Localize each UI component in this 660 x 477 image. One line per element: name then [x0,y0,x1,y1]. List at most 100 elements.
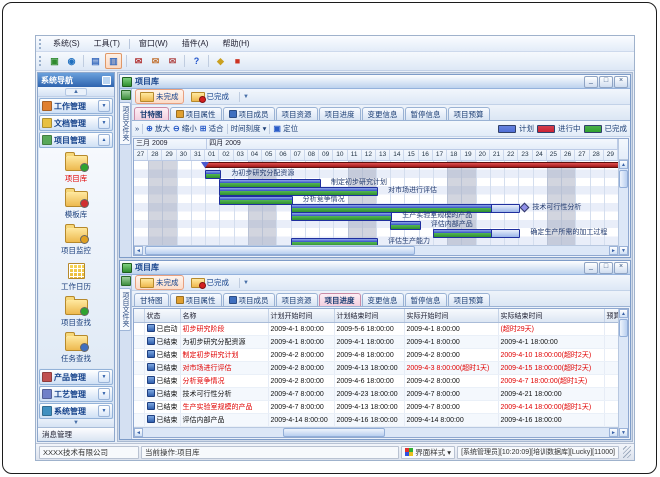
sidebar-collapse[interactable]: ▲ [38,87,114,97]
workspace-icon[interactable]: ▣ [47,54,62,68]
globe-icon[interactable]: ◉ [64,54,79,68]
table-window-titlebar[interactable]: 项目库 _ □ × [120,261,630,275]
tab-项目属性[interactable]: 项目属性 [170,293,222,306]
gantt-hscrollbar[interactable]: ◄ ► [134,245,618,255]
sidebar-item-项目库[interactable]: 项目库 [65,151,88,184]
column-header-计划结束时间[interactable]: 计划结束时间 [334,309,404,323]
table-row[interactable]: 已结束评估内部产品2009-4-14 8:00:002009-4-16 18:0… [134,414,618,427]
mail-send-icon[interactable]: ✉ [131,54,146,68]
tab-项目成员[interactable]: 项目成员 [223,107,275,120]
table-row[interactable]: 已结束为初步研究分配资源2009-4-1 8:00:002009-4-1 18:… [134,336,618,349]
menu-item[interactable]: 插件(A) [175,37,216,50]
scroll-right-icon[interactable]: ► [609,428,618,437]
ui-style-dropdown[interactable]: 界面样式 ▾ [401,446,455,459]
table-vscrollbar[interactable]: ▲ ▼ [618,309,628,437]
scroll-up-icon[interactable]: ▲ [619,309,628,318]
sidebar-item-项目查找[interactable]: 项目查找 [61,295,91,328]
maximize-button[interactable]: □ [599,262,613,274]
expand-icon[interactable]: ▼ [98,405,110,417]
sidebar-group-产品管理[interactable]: 产品管理▼ [39,369,113,385]
gantt-window-titlebar[interactable]: 项目库 _ □ × [120,75,630,89]
minimize-button[interactable]: _ [584,76,598,88]
scroll-right-icon[interactable]: ► [609,246,618,255]
sidebar-group-项目管理[interactable]: 项目管理▲ [39,132,113,148]
minimize-button[interactable]: _ [584,262,598,274]
gantt-bar[interactable] [291,238,378,245]
table-row[interactable]: 已结束生产实验室规模的产品2009-4-7 8:00:002009-4-13 1… [134,401,618,414]
tab-暂停信息[interactable]: 暂停信息 [405,293,447,306]
tab-项目资源[interactable]: 项目资源 [276,293,318,306]
menu-item[interactable]: 系统(S) [46,37,87,50]
gantt-bar[interactable] [219,187,378,196]
column-header-名称[interactable]: 名称 [180,309,268,323]
sidebar-item-任务查找[interactable]: 任务查找 [61,331,91,364]
side-tab-project-folder[interactable]: 项目文件夹 [120,102,131,145]
tab-项目预算[interactable]: 项目预算 [448,293,490,306]
column-header-实际开始时间[interactable]: 实际开始时间 [404,309,498,323]
menu-item[interactable]: 窗口(W) [132,37,175,50]
menu-item[interactable]: 工具(T) [87,37,127,50]
tab-项目属性[interactable]: 项目属性 [170,107,222,120]
scroll-down-icon[interactable]: ▼ [619,428,628,437]
scroll-left-icon[interactable]: ◄ [134,246,143,255]
column-header-indicator[interactable] [134,309,144,323]
zoom-out-button[interactable]: ⊖ 缩小 [173,123,197,134]
filter-已完成[interactable]: 已完成 [186,89,235,104]
tab-甘特图[interactable]: 甘特图 [134,293,169,306]
scroll-down-icon[interactable]: ▼ [619,246,628,255]
expand-icon[interactable]: ▼ [98,100,110,112]
table-row[interactable]: 已结束分析竞争情况2009-4-2 8:00:002009-4-6 18:00:… [134,375,618,388]
sidebar-item-项目监控[interactable]: 项目监控 [61,223,91,256]
zoom-in-button[interactable]: ⊕ 放大 [146,123,170,134]
time-scale-dropdown[interactable]: 时间刻度 ▾ [231,123,267,134]
side-tab-project-folder[interactable]: 项目文件夹 [120,288,131,331]
gantt-grid[interactable]: 为初步研究分配资源制定初步研究计划对市场进行评估分析竞争情况技术可行性分析生产实… [134,161,618,245]
tab-项目成员[interactable]: 项目成员 [223,293,275,306]
scroll-thumb[interactable] [145,246,415,255]
gantt-bar[interactable] [390,221,420,230]
expand-icon[interactable]: ▼ [98,117,110,129]
help-icon[interactable]: ? [189,54,204,68]
resize-grip[interactable] [623,446,631,458]
sidebar-group-工艺管理[interactable]: 工艺管理▼ [39,386,113,402]
lock-icon[interactable]: ◆ [213,54,228,68]
more-tools-button[interactable]: » [135,124,139,133]
mail-new-icon[interactable]: ✉ [165,54,180,68]
sidebar-item-模板库[interactable]: 模板库 [65,187,88,220]
tab-项目资源[interactable]: 项目资源 [276,107,318,120]
sidebar-overflow-chevron[interactable]: ▼ [38,419,114,427]
gantt-vscrollbar[interactable]: ▲ ▼ [618,139,628,255]
tab-暂停信息[interactable]: 暂停信息 [405,107,447,120]
filter-未完成[interactable]: 未完成 [135,275,184,290]
sidebar-item-工作日历[interactable]: 工作日历 [61,259,91,292]
sidebar-group-系统管理[interactable]: 系统管理▼ [39,403,113,419]
pin-icon[interactable] [102,76,111,85]
sidebar-group-文档管理[interactable]: 文档管理▼ [39,115,113,131]
collapse-icon[interactable]: ▲ [98,134,110,146]
tab-项目进度[interactable]: 项目进度 [319,293,361,306]
column-header-状态[interactable]: 状态 [144,309,180,323]
tab-变更信息[interactable]: 变更信息 [362,293,404,306]
tab-项目进度[interactable]: 项目进度 [319,107,361,120]
maximize-button[interactable]: □ [599,76,613,88]
scroll-thumb[interactable] [283,428,386,437]
locate-button[interactable]: ▣ 定位 [273,123,298,134]
column-header-实际结束时间[interactable]: 实际结束时间 [498,309,604,323]
gantt-bar[interactable] [219,196,292,205]
tab-甘特图[interactable]: 甘特图 [134,107,169,120]
scroll-up-icon[interactable]: ▲ [619,160,628,169]
table-row[interactable]: 已结束技术可行性分析2009-4-7 8:00:002009-4-23 18:0… [134,388,618,401]
tab-变更信息[interactable]: 变更信息 [362,107,404,120]
filter-未完成[interactable]: 未完成 [135,89,184,104]
close-button[interactable]: × [614,76,628,88]
fit-button[interactable]: ⊞ 适合 [200,123,224,134]
exit-icon[interactable]: ■ [230,54,245,68]
table-row[interactable]: 已启动初步研究阶段2009-4-1 8:00:002009-5-6 18:00:… [134,323,618,336]
column-header-计划开始时间[interactable]: 计划开始时间 [268,309,334,323]
more-filters-icon[interactable]: ▼ [243,280,249,286]
table-hscrollbar[interactable]: ◄ ► [134,427,618,437]
scroll-thumb[interactable] [619,170,628,188]
more-filters-icon[interactable]: ▼ [243,94,249,100]
folder-open-icon[interactable]: ▥ [105,53,122,69]
scroll-left-icon[interactable]: ◄ [134,428,143,437]
